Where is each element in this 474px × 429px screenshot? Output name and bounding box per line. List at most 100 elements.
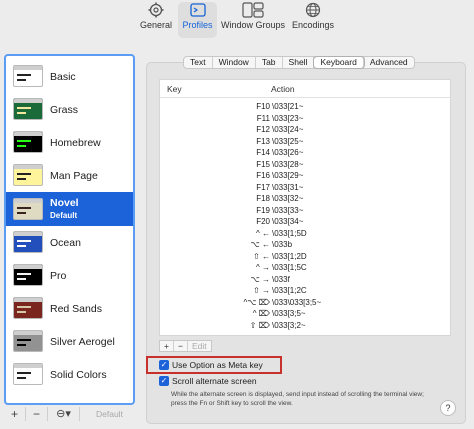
profile-item-silver-aerogel[interactable]: Silver Aerogel xyxy=(6,325,133,358)
scroll-alternate-hint: While the alternate screen is displayed,… xyxy=(171,391,424,407)
key-cell: F12 xyxy=(256,125,270,134)
profile-thumbnail xyxy=(13,198,43,220)
action-cell: \033[1;5D xyxy=(272,228,307,238)
remove-profile-button[interactable]: − xyxy=(26,407,48,421)
table-row[interactable]: ⌥ ← \033b xyxy=(160,239,450,251)
table-row[interactable]: F11 \033[23~ xyxy=(160,113,450,125)
profile-thumbnail xyxy=(13,164,43,186)
action-cell: \033[28~ xyxy=(272,159,304,169)
meta-key-checkbox[interactable]: ✓ xyxy=(159,360,169,370)
help-button[interactable]: ? xyxy=(440,400,456,416)
settings-tabs: Text Window Tab Shell Keyboard Advanced xyxy=(183,56,415,69)
table-row[interactable]: ⇧ ⌦ \033[3;2~ xyxy=(160,320,450,332)
profile-thumbnail xyxy=(13,330,43,352)
toolbar-label: Profiles xyxy=(182,20,213,30)
profile-name: Ocean xyxy=(50,236,81,249)
key-mapping-table[interactable]: Key Action F10 \033[21~ F11 \033[23~ F12 \033… xyxy=(159,79,451,336)
tab-advanced[interactable]: Advanced xyxy=(364,57,414,68)
profile-item-grass[interactable]: Grass xyxy=(6,93,133,126)
profile-thumbnail xyxy=(13,98,43,120)
toolbar-label: Window Groups xyxy=(220,20,286,30)
profile-thumbnail xyxy=(13,231,43,253)
table-row[interactable]: F12 \033[24~ xyxy=(160,124,450,136)
profile-name: Silver Aerogel xyxy=(50,335,115,348)
profile-actions-menu-button[interactable]: ⊖▾ xyxy=(48,407,80,421)
key-cell: ^ ← xyxy=(256,228,270,238)
profile-item-pro[interactable]: Pro xyxy=(6,259,133,292)
profile-item-ocean[interactable]: Ocean xyxy=(6,226,133,259)
key-cell: F13 xyxy=(256,136,270,146)
toolbar-encodings[interactable]: Encodings xyxy=(290,2,336,38)
profile-list[interactable]: Basic Grass Homebrew Man Page Novel Defa… xyxy=(4,54,135,405)
action-cell: \033[21~ xyxy=(272,102,304,111)
edit-key-mapping-button[interactable]: Edit xyxy=(188,341,211,351)
tab-text[interactable]: Text xyxy=(184,57,213,68)
add-profile-button[interactable]: + xyxy=(4,407,26,421)
table-row[interactable]: F19 \033[33~ xyxy=(160,205,450,217)
default-profile-label: Default xyxy=(50,211,78,220)
table-header: Key Action xyxy=(160,80,450,98)
table-row[interactable]: ⇧ ← \033[1;2D xyxy=(160,251,450,263)
action-cell: \033[1;2C xyxy=(272,286,307,295)
table-row[interactable]: F13 \033[25~ xyxy=(160,136,450,148)
profile-name: Pro xyxy=(50,269,67,282)
toolbar-label: Encodings xyxy=(291,20,335,30)
table-row[interactable]: ^ → \033[1;5C xyxy=(160,262,450,274)
add-key-mapping-button[interactable]: + xyxy=(160,341,174,351)
action-cell: \033[33~ xyxy=(272,205,304,215)
table-row[interactable]: ⌥ → \033f xyxy=(160,274,450,286)
table-row[interactable]: F18 \033[32~ xyxy=(160,193,450,205)
gear-icon xyxy=(148,2,164,18)
column-header-action[interactable]: Action xyxy=(271,84,295,94)
key-cell: ^ ⌦ xyxy=(252,309,270,318)
profile-thumbnail xyxy=(13,297,43,319)
key-cell: ^⌥ ⌦ xyxy=(243,297,270,307)
meta-key-label[interactable]: Use Option as Meta key xyxy=(172,360,263,370)
toolbar-profiles[interactable]: Profiles xyxy=(178,2,217,38)
globe-icon xyxy=(305,2,321,18)
table-row[interactable]: F14 \033[26~ xyxy=(160,147,450,159)
table-row[interactable]: F15 \033[28~ xyxy=(160,159,450,171)
table-row[interactable]: ⇧ → \033[1;2C xyxy=(160,285,450,297)
tab-tab[interactable]: Tab xyxy=(256,57,283,68)
key-cell: F14 xyxy=(256,148,270,157)
remove-key-mapping-button[interactable]: − xyxy=(174,341,188,351)
action-cell: \033[25~ xyxy=(272,136,304,146)
profile-name: Red Sands xyxy=(50,302,102,315)
table-row[interactable]: F10 \033[21~ xyxy=(160,101,450,113)
tab-window[interactable]: Window xyxy=(213,57,256,68)
action-cell: \033[23~ xyxy=(272,113,304,123)
action-cell: \033[34~ xyxy=(272,217,304,226)
profile-item-basic[interactable]: Basic xyxy=(6,60,133,93)
profile-name: Novel xyxy=(50,197,79,209)
scroll-alternate-checkbox[interactable]: ✓ xyxy=(159,376,169,386)
table-row[interactable]: ^⌥ ⌦ \033\033[3;5~ xyxy=(160,297,450,309)
profile-item-homebrew[interactable]: Homebrew xyxy=(6,126,133,159)
profile-item-red-sands[interactable]: Red Sands xyxy=(6,292,133,325)
action-cell: \033[29~ xyxy=(272,171,304,180)
table-row[interactable]: F16 \033[29~ xyxy=(160,170,450,182)
set-default-button[interactable]: Default xyxy=(96,409,123,419)
action-cell: \033[26~ xyxy=(272,148,304,157)
key-cell: F16 xyxy=(256,171,270,180)
profile-item-solid-colors[interactable]: Solid Colors xyxy=(6,358,133,391)
profile-name: Grass xyxy=(50,103,79,116)
table-row[interactable]: ^ ← \033[1;5D xyxy=(160,228,450,240)
scroll-alternate-label[interactable]: Scroll alternate screen xyxy=(172,376,257,386)
profile-thumbnail xyxy=(13,264,43,286)
profile-item-novel[interactable]: Novel Default xyxy=(6,192,133,226)
table-row[interactable]: ^ ⌦ \033[3;5~ xyxy=(160,308,450,320)
table-row[interactable]: F20 \033[34~ xyxy=(160,216,450,228)
action-cell: \033[24~ xyxy=(272,125,304,134)
column-header-key[interactable]: Key xyxy=(167,84,182,94)
tab-keyboard[interactable]: Keyboard xyxy=(314,57,364,68)
table-row[interactable]: F17 \033[31~ xyxy=(160,182,450,194)
key-cell: ⇧ → xyxy=(253,286,270,295)
profile-item-man-page[interactable]: Man Page xyxy=(6,159,133,192)
key-cell: ^ → xyxy=(256,263,270,272)
tab-shell[interactable]: Shell xyxy=(283,57,315,68)
key-cell: F19 xyxy=(256,205,270,215)
window-groups-icon xyxy=(242,2,264,18)
toolbar-window-groups[interactable]: Window Groups xyxy=(221,2,285,38)
toolbar-general[interactable]: General xyxy=(139,2,173,38)
